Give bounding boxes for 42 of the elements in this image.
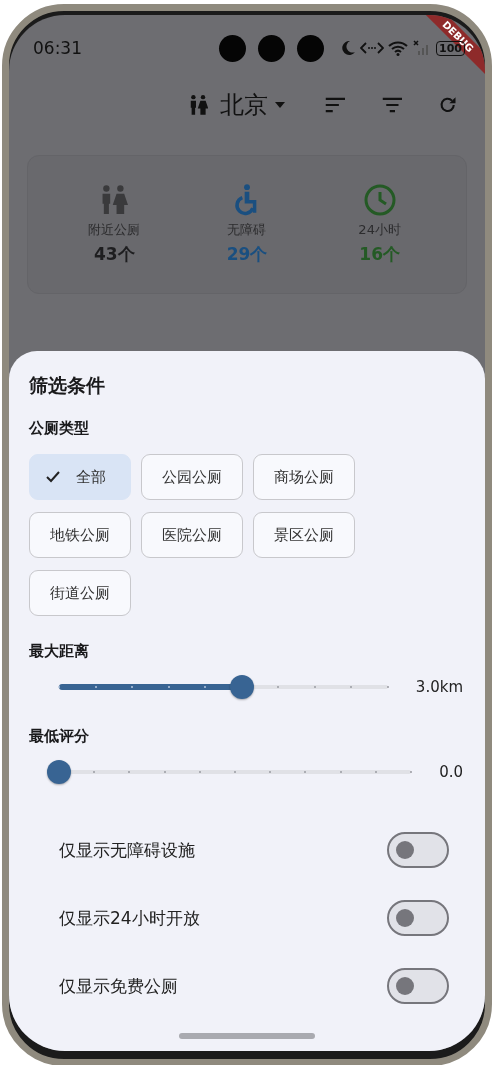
toggle-switch[interactable] [387,832,449,868]
slider-value: 3.0km [415,678,464,696]
toggle-label: 仅显示无障碍设施 [59,838,195,862]
filter-chip[interactable]: 景区公厕 [253,512,355,558]
stat-value: 43个 [94,243,135,266]
section-label: 公厕类型 [29,419,90,438]
camera-icon [219,34,246,62]
filter-chip[interactable]: 街道公厕 [29,570,131,616]
restroom-icon [189,93,209,117]
filter-icon[interactable] [381,96,404,114]
filter-chip[interactable]: 医院公厕 [141,512,243,558]
clock-icon [362,183,397,217]
slider-value: 0.0 [439,763,464,781]
section-label: 最低评分 [29,727,90,746]
slider-thumb[interactable] [229,675,254,699]
check-icon [46,471,60,483]
stat-label: 附近公厕 [88,221,141,239]
stat-label: 无障碍 [227,221,267,239]
code-icon [360,41,385,55]
sort-icon[interactable] [324,96,347,114]
camera-icon [297,34,324,62]
toggle-label: 仅显示免费公厕 [59,974,178,998]
caret-icon [274,101,287,109]
filter-chip[interactable]: 商场公厕 [253,454,355,500]
toggle-label: 仅显示24小时开放 [59,906,200,930]
toggle-switch[interactable] [387,968,449,1004]
stat-value: 29个 [226,243,268,266]
status-time: 06:31 [33,38,83,58]
slider-thumb[interactable] [47,760,71,784]
moon-icon [340,40,357,56]
stat-value: 16个 [359,243,400,266]
stat-label: 24小时 [358,221,401,239]
restroom-icon [100,183,129,217]
filter-chip[interactable]: 地铁公厕 [29,512,131,558]
toggle-switch[interactable] [387,900,449,936]
wifi-icon [388,40,409,56]
sheet-title: 筛选条件 [29,373,106,398]
camera-icon [258,34,285,62]
city-selector[interactable]: 北京 [212,89,291,121]
filter-chip[interactable]: 全部 [29,454,131,500]
filter-chip[interactable]: 公园公厕 [141,454,243,500]
section-label: 最大距离 [29,642,90,661]
